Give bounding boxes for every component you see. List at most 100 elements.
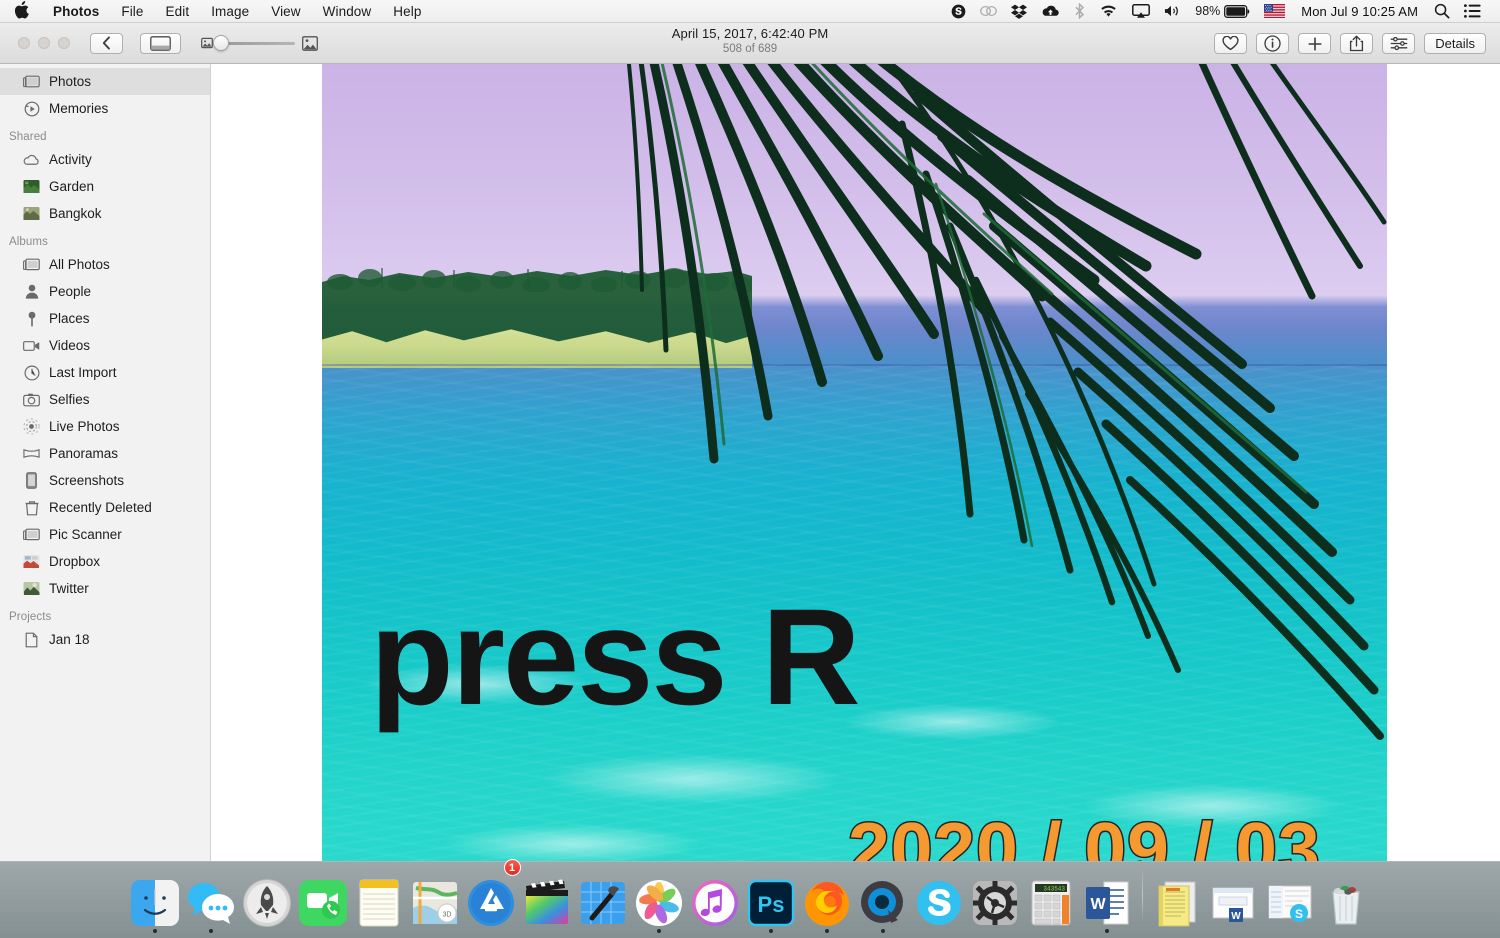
dock-item-xcode[interactable] — [575, 861, 631, 935]
dock-item-quicktime[interactable] — [855, 861, 911, 935]
menu-item-window[interactable]: Window — [312, 0, 383, 22]
sidebar-item-places[interactable]: Places — [0, 305, 210, 332]
video-camera-icon — [23, 337, 40, 354]
menu-item-file[interactable]: File — [110, 0, 154, 22]
panorama-icon — [23, 445, 40, 462]
sidebar-item-garden[interactable]: Garden — [0, 173, 210, 200]
dock-item-microsoft-word[interactable]: W — [1079, 861, 1135, 935]
sidebar-item-twitter[interactable]: Twitter — [0, 575, 210, 602]
word-icon: W — [1082, 878, 1132, 928]
sidebar-item-bangkok[interactable]: Bangkok — [0, 200, 210, 227]
sidebar-item-activity[interactable]: Activity — [0, 146, 210, 173]
svg-text:343543: 343543 — [1043, 886, 1065, 893]
dock-item-calculator[interactable]: 343543 — [1023, 861, 1079, 935]
sidebar-item-all-photos[interactable]: All Photos — [0, 251, 210, 278]
dock-item-skype[interactable] — [911, 861, 967, 935]
toolbar-right-buttons: Details — [1214, 23, 1486, 64]
sidebar-item-people[interactable]: People — [0, 278, 210, 305]
dock-item-firefox[interactable] — [799, 861, 855, 935]
spotlight-search-icon[interactable] — [1427, 0, 1457, 22]
dock-item-trash[interactable] — [1318, 861, 1374, 935]
menu-item-image[interactable]: Image — [200, 0, 260, 22]
running-indicator — [881, 929, 885, 933]
menu-item-help[interactable]: Help — [382, 0, 432, 22]
cloud-upload-status-icon[interactable] — [1034, 0, 1067, 22]
sidebar-toggle-button[interactable] — [140, 33, 181, 54]
photo-viewer[interactable]: press R 2020 / 09 / 03 — [322, 64, 1387, 861]
palm-frond-overlay — [322, 64, 1387, 861]
dock-separator — [1142, 869, 1143, 921]
quicktime-icon — [858, 878, 908, 928]
sidebar-item-live-photos[interactable]: Live Photos — [0, 413, 210, 440]
dock-item-photoshop[interactable]: Ps — [743, 861, 799, 935]
dock-item-launchpad[interactable] — [239, 861, 295, 935]
sidebar-item-memories[interactable]: Memories — [0, 95, 210, 122]
menu-bar-clock[interactable]: Mon Jul 9 10:25 AM — [1292, 4, 1427, 19]
skype-icon — [914, 878, 964, 928]
slider-track[interactable] — [220, 42, 295, 45]
sidebar-item-screenshots[interactable]: Screenshots — [0, 467, 210, 494]
water-foam — [842, 704, 1062, 740]
airplay-status-icon[interactable] — [1125, 0, 1157, 22]
dock-item-photos[interactable] — [631, 861, 687, 935]
us-flag-icon[interactable] — [1257, 0, 1292, 22]
handoff-status-icon[interactable] — [973, 0, 1004, 22]
dock-item-facetime[interactable] — [295, 861, 351, 935]
running-indicator — [657, 929, 661, 933]
sidebar: Photos Memories Shared Activity Garden — [0, 64, 211, 861]
photos-library-icon — [23, 73, 40, 90]
menu-item-view[interactable]: View — [260, 0, 311, 22]
battery-status[interactable]: 98% — [1188, 0, 1257, 22]
sidebar-item-jan-18[interactable]: Jan 18 — [0, 626, 210, 653]
sidebar-item-videos[interactable]: Videos — [0, 332, 210, 359]
volume-status-icon[interactable] — [1157, 0, 1188, 22]
sidebar-item-selfies[interactable]: Selfies — [0, 386, 210, 413]
share-icon — [1349, 35, 1364, 52]
favorite-button[interactable] — [1214, 33, 1247, 54]
minimize-button[interactable] — [38, 37, 50, 49]
sidebar-label: Last Import — [49, 365, 117, 380]
dock-item-notes[interactable] — [351, 861, 407, 935]
sidebar-item-last-import[interactable]: Last Import — [0, 359, 210, 386]
firefox-icon — [802, 878, 852, 928]
dock-item-finder[interactable] — [127, 861, 183, 935]
notification-center-icon[interactable] — [1457, 0, 1488, 22]
adjust-button[interactable] — [1382, 33, 1415, 54]
back-button[interactable] — [90, 33, 123, 54]
menu-item-photos[interactable]: Photos — [42, 0, 110, 22]
sidebar-item-pic-scanner[interactable]: Pic Scanner — [0, 521, 210, 548]
sidebar-label: Garden — [49, 179, 94, 194]
minimized-window-word[interactable]: W — [1206, 861, 1262, 935]
slider-knob[interactable] — [213, 35, 229, 51]
dock-item-final-cut-pro[interactable] — [519, 861, 575, 935]
shared-album-thumb-icon — [23, 178, 40, 195]
details-button[interactable]: Details — [1424, 33, 1486, 54]
share-button[interactable] — [1340, 33, 1373, 54]
sidebar-label: Dropbox — [49, 554, 100, 569]
sidebar-item-recently-deleted[interactable]: Recently Deleted — [0, 494, 210, 521]
apple-logo-icon[interactable] — [14, 1, 42, 21]
info-button[interactable] — [1256, 33, 1289, 54]
minimized-window-skype[interactable]: S — [1262, 861, 1318, 935]
thumbnail-size-slider[interactable] — [201, 36, 318, 51]
menu-item-edit[interactable]: Edit — [155, 0, 201, 22]
dock-item-messages[interactable] — [183, 861, 239, 935]
skype-status-icon[interactable] — [944, 0, 973, 22]
sidebar-item-dropbox[interactable]: Dropbox — [0, 548, 210, 575]
sidebar-item-panoramas[interactable]: Panoramas — [0, 440, 210, 467]
dropbox-status-icon[interactable] — [1004, 0, 1034, 22]
zoom-button[interactable] — [58, 37, 70, 49]
minimized-window-notes[interactable] — [1150, 861, 1206, 935]
sidebar-item-photos[interactable]: Photos — [0, 68, 210, 95]
close-button[interactable] — [18, 37, 30, 49]
all-photos-icon — [23, 256, 40, 273]
dock-item-system-preferences[interactable] — [967, 861, 1023, 935]
dock-item-itunes[interactable] — [687, 861, 743, 935]
dock-item-maps[interactable]: 3D — [407, 861, 463, 935]
running-indicator — [153, 929, 157, 933]
photo-overlay-date: 2020 / 09 / 03 — [848, 812, 1321, 861]
wifi-status-icon[interactable] — [1092, 0, 1125, 22]
add-button[interactable] — [1298, 33, 1331, 54]
dock-item-app-store[interactable]: 1 — [463, 861, 519, 935]
bluetooth-status-icon[interactable] — [1067, 0, 1092, 22]
